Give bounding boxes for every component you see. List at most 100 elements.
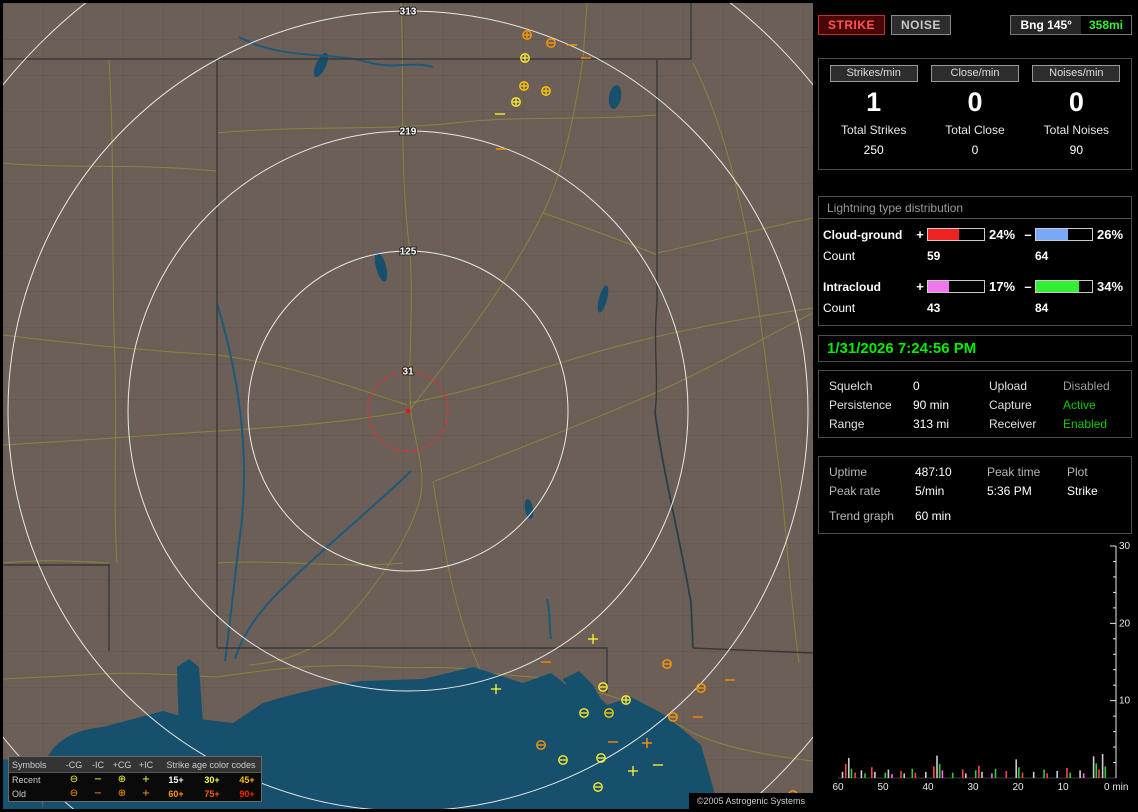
- ic-plus-sign: +: [913, 279, 927, 294]
- ic-positive-percent: 17%: [985, 279, 1021, 294]
- svg-text:50: 50: [877, 782, 889, 792]
- plot-label: Plot: [1067, 465, 1121, 479]
- strike-toggle-button[interactable]: STRIKE: [818, 15, 885, 35]
- status-row-range: Range 313 mi Receiver Enabled: [829, 414, 1121, 433]
- svg-text:20: 20: [1012, 782, 1024, 792]
- receiver-location-dot: [406, 409, 411, 414]
- bearing-indicator: Bng 145° 358mi: [1010, 15, 1132, 35]
- legend-col-symbols: Symbols: [12, 760, 62, 770]
- cg-plus-sign: +: [913, 227, 927, 242]
- uptime-value: 487:10: [915, 465, 987, 479]
- intracloud-label: Intracloud: [823, 280, 913, 294]
- strikes-per-min-button[interactable]: Strikes/min: [830, 65, 918, 82]
- age-90: 90+: [230, 789, 264, 799]
- strike-symbol-pcg: [523, 31, 531, 39]
- old-ncg-icon: ⊖: [62, 789, 86, 799]
- rates-panel: Strikes/min Close/min Noises/min 1 0 0 T…: [818, 58, 1132, 170]
- legend-recent-row: Recent ⊖ − ⊕ + 15+ 30+ 45+: [9, 773, 261, 787]
- peak-rate-label: Peak rate: [829, 484, 915, 498]
- cg-negative-count: 64: [1035, 249, 1093, 263]
- persistence-value: 90 min: [913, 398, 989, 412]
- total-noises-value: 90: [1026, 142, 1127, 158]
- legend-col-pic: +IC: [134, 760, 158, 770]
- status-row-squelch: Squelch 0 Upload Disabled: [829, 376, 1121, 395]
- total-noises-label: Total Noises: [1026, 122, 1127, 139]
- strike-symbol-pcg: [542, 87, 550, 95]
- recent-ncg-icon: ⊖: [62, 775, 86, 785]
- close-per-min-value: 0: [924, 85, 1025, 119]
- squelch-value: 0: [913, 379, 989, 393]
- legend-col-ncg: -CG: [62, 760, 86, 770]
- peak-rate-value: 5/min: [915, 484, 987, 498]
- peak-time-value: 5:36 PM: [987, 484, 1067, 498]
- trend-graph-value: 60 min: [915, 509, 1121, 523]
- svg-text:30: 30: [1119, 541, 1131, 552]
- age-60: 60+: [158, 789, 194, 799]
- status-panel: Squelch 0 Upload Disabled Persistence 90…: [818, 370, 1132, 438]
- close-per-min-button[interactable]: Close/min: [931, 65, 1019, 82]
- receiver-label: Receiver: [989, 417, 1063, 431]
- cloud-ground-label: Cloud-ground: [823, 228, 913, 242]
- legend-header-row: Symbols -CG -IC +CG +IC Strike age color…: [9, 757, 261, 773]
- ic-negative-percent: 34%: [1093, 279, 1125, 294]
- strike-legend: Symbols -CG -IC +CG +IC Strike age color…: [8, 756, 262, 802]
- copyright-label: ©2005 Astrogenic Systems: [689, 793, 813, 809]
- receiver-status: Enabled: [1063, 417, 1121, 431]
- noises-per-min-button[interactable]: Noises/min: [1032, 65, 1120, 82]
- ic-positive-count: 43: [927, 301, 985, 315]
- capture-status: Active: [1063, 398, 1121, 412]
- cg-negative-bar: [1035, 228, 1093, 241]
- persistence-label: Persistence: [829, 398, 913, 412]
- cg-minus-sign: –: [1021, 227, 1035, 242]
- legend-col-pcg: +CG: [110, 760, 134, 770]
- legend-age-header: Strike age color codes: [158, 760, 264, 770]
- distribution-panel: Lightning type distribution Cloud-ground…: [818, 196, 1132, 326]
- squelch-label: Squelch: [829, 379, 913, 393]
- svg-text:0 min: 0 min: [1104, 782, 1128, 792]
- datetime-display: 1/31/2026 7:24:56 PM: [827, 340, 976, 357]
- svg-text:125: 125: [400, 247, 417, 258]
- cg-negative-bar-fill: [1036, 229, 1068, 240]
- uptime-label: Uptime: [829, 465, 915, 479]
- mode-toolbar: STRIKE NOISE Bng 145° 358mi: [818, 14, 1132, 36]
- bearing-label: Bng 145°: [1011, 16, 1080, 34]
- noise-toggle-button[interactable]: NOISE: [891, 15, 951, 35]
- svg-text:60: 60: [832, 782, 844, 792]
- age-75: 75+: [194, 789, 230, 799]
- strike-map[interactable]: 31125219313 Symbols -CG -IC +CG +IC Stri…: [3, 3, 813, 809]
- trend-graph: 3020106050403020100 min: [818, 540, 1132, 792]
- strikes-per-min-value: 1: [823, 85, 924, 119]
- range-value: 313 mi: [913, 417, 989, 431]
- trend-graph-label: Trend graph: [829, 509, 915, 523]
- legend-col-nic: -IC: [86, 760, 110, 770]
- map-canvas: 31125219313: [3, 3, 813, 809]
- old-nic-icon: −: [86, 789, 110, 799]
- legend-recent-label: Recent: [12, 775, 62, 785]
- distribution-title: Lightning type distribution: [819, 197, 1131, 219]
- cg-count-label: Count: [823, 249, 913, 263]
- cloud-ground-row: Cloud-ground + 24% – 26%: [819, 224, 1131, 245]
- cloud-ground-count-row: Count 59 64: [819, 245, 1131, 266]
- recent-pcg-icon: ⊕: [110, 775, 134, 785]
- age-30: 30+: [194, 775, 230, 785]
- cg-positive-count: 59: [927, 249, 985, 263]
- ic-negative-bar: [1035, 280, 1093, 293]
- upload-status: Disabled: [1063, 379, 1121, 393]
- old-pic-icon: +: [134, 789, 158, 799]
- svg-text:30: 30: [967, 782, 979, 792]
- svg-text:313: 313: [400, 7, 417, 18]
- status-row-persistence: Persistence 90 min Capture Active: [829, 395, 1121, 414]
- strike-symbol-pcg: [512, 98, 520, 106]
- svg-text:20: 20: [1119, 618, 1131, 629]
- svg-text:10: 10: [1119, 696, 1131, 707]
- trend-graph-row: Trend graph 60 min: [829, 506, 1121, 525]
- cg-positive-bar-fill: [928, 229, 959, 240]
- range-label: Range: [829, 417, 913, 431]
- cg-negative-percent: 26%: [1093, 227, 1125, 242]
- ic-negative-bar-fill: [1036, 281, 1079, 292]
- upload-label: Upload: [989, 379, 1063, 393]
- plot-value: Strike: [1067, 484, 1121, 498]
- cg-positive-percent: 24%: [985, 227, 1021, 242]
- strike-symbol-pcg: [521, 54, 529, 62]
- uptime-row-1: Uptime 487:10 Peak time Plot: [829, 462, 1121, 481]
